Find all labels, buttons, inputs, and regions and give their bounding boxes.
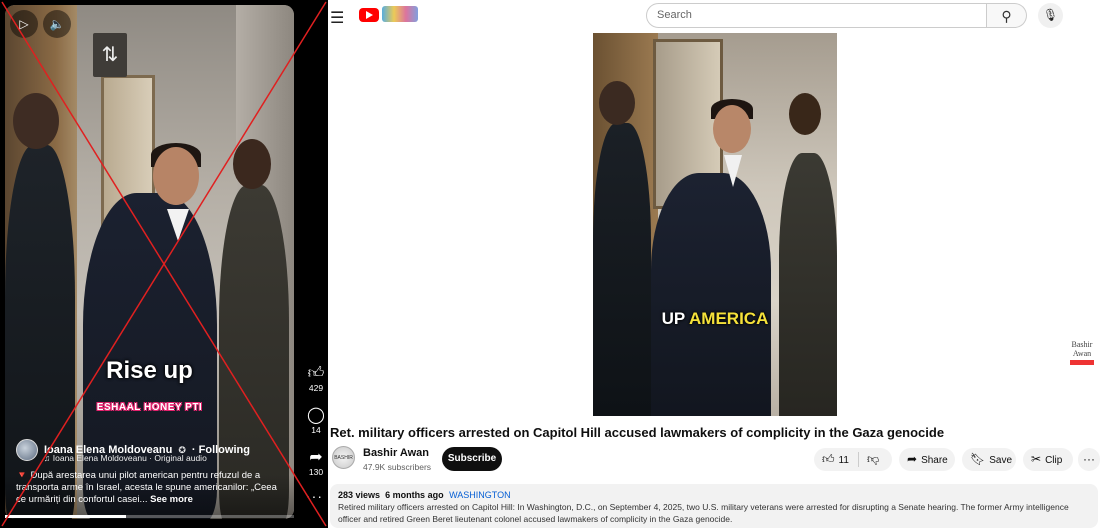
share-label: Share xyxy=(921,455,948,466)
guard-head xyxy=(599,81,635,125)
search-input[interactable]: Search xyxy=(646,3,987,28)
short-progress-fill xyxy=(5,515,127,518)
like-dislike-group: 👍︎ 11 👎︎ xyxy=(814,448,892,471)
audio-row[interactable]: ♫ Ioana Elena Moldoveanu · Original audi… xyxy=(44,453,207,463)
like-count: 11 xyxy=(838,455,849,466)
video-meta: 283 views 6 months ago WASHINGTON xyxy=(338,489,1090,501)
thumbs-up-icon: 👍︎ xyxy=(822,452,835,466)
like-count: 429 xyxy=(308,383,324,393)
save-button[interactable]: 🔖︎ Save xyxy=(962,448,1016,471)
channel-watermark[interactable]: Bashir Awan xyxy=(1068,340,1096,365)
search-icon: ⚲ xyxy=(1001,8,1012,24)
subscriber-count: 47.9K subscribers xyxy=(363,462,432,472)
woman-head xyxy=(153,147,199,205)
guard-head xyxy=(13,93,59,149)
more-dots-icon: ··· xyxy=(1083,452,1095,466)
bookmark-icon: 🔖︎ xyxy=(970,452,986,466)
description-text: După arestarea unui pilot american pentr… xyxy=(16,470,277,505)
upload-age: 6 months ago xyxy=(385,490,444,500)
volume-button[interactable]: 🔈 xyxy=(43,10,71,38)
overlay-subcaption: ESHAAL HONEY PTI xyxy=(96,402,203,413)
more-dots-icon[interactable]: ··· xyxy=(306,488,323,504)
more-actions-button[interactable]: ··· xyxy=(1078,448,1100,471)
share-icon: ➦ xyxy=(907,452,918,466)
video-player[interactable]: UP AMERICA xyxy=(593,33,837,416)
voice-search-button[interactable]: 🎙 xyxy=(1038,3,1063,28)
comment-count: 14 xyxy=(311,425,321,435)
audio-label: Ioana Elena Moldoveanu · Original audio xyxy=(52,453,207,463)
avatar[interactable] xyxy=(16,439,38,461)
play-button[interactable]: ▷ xyxy=(10,10,38,38)
dislike-button[interactable]: 👎︎ xyxy=(867,448,879,471)
officer-figure xyxy=(219,185,289,519)
overlay-caption: Rise up xyxy=(106,357,193,384)
clip-label: Clip xyxy=(1045,455,1063,466)
share-count: 130 xyxy=(308,467,324,477)
thumbs-down-icon: 👎︎ xyxy=(867,452,880,466)
play-icon: ▷ xyxy=(19,17,29,31)
save-label: Save xyxy=(989,455,1013,466)
woman-head xyxy=(713,105,751,153)
like-button[interactable]: 👍︎ 11 xyxy=(822,448,849,472)
youtube-logo-icon[interactable] xyxy=(359,8,379,22)
location-tag[interactable]: WASHINGTON xyxy=(449,490,511,500)
description-emoji-icon: 🔻 xyxy=(16,470,28,481)
avatar[interactable]: BASHIR xyxy=(332,446,355,469)
music-note-icon: ♫ xyxy=(44,453,53,463)
caption-white: UP xyxy=(661,309,690,328)
officer-head xyxy=(233,139,271,189)
share-action[interactable]: ➦ 130 xyxy=(304,449,328,477)
video-title: Ret. military officers arrested on Capit… xyxy=(330,425,945,440)
thumbs-up-icon: 👍︎ xyxy=(307,365,325,382)
volume-icon: 🔈 xyxy=(49,17,65,31)
short-action-rail: 👍︎ 429 ◯ 14 ➦ 130 xyxy=(304,365,328,491)
see-more-link[interactable]: See more xyxy=(150,494,193,505)
microphone-icon: 🎙 xyxy=(1042,8,1059,22)
clip-button[interactable]: ✂ Clip xyxy=(1023,448,1073,471)
description-text: Retired military officers arrested on Ca… xyxy=(338,502,1069,524)
menu-icon[interactable]: ☰ xyxy=(330,8,344,28)
watch-page: ☰ Search ⚲ 🎙 UP AMERICA Bashir Awan Ret.… xyxy=(328,0,1100,528)
share-button[interactable]: ➦ Share xyxy=(899,448,955,471)
watermark-subscribe-icon xyxy=(1070,360,1094,365)
exit-sign-icon: ⇅ xyxy=(93,33,127,77)
guard-figure xyxy=(593,123,651,416)
description-box[interactable]: 283 views 6 months ago WASHINGTON Retire… xyxy=(330,484,1098,528)
scissors-icon: ✂ xyxy=(1031,452,1042,466)
search-button[interactable]: ⚲ xyxy=(987,3,1027,28)
short-progress-bar[interactable] xyxy=(5,515,294,518)
subscribe-button[interactable]: Subscribe xyxy=(442,447,502,471)
channel-name[interactable]: Bashir Awan xyxy=(363,447,429,459)
video-caption: UP AMERICA xyxy=(593,309,837,329)
short-video-player: ⇅ ▷ 🔈 Rise up ESHAAL HONEY PTI Ioana Ele… xyxy=(0,0,328,528)
view-count: 283 views xyxy=(338,490,381,500)
officer-figure xyxy=(779,153,837,416)
caption-highlight: AMERICA xyxy=(689,309,769,328)
comparison-screenshot: ⇅ ▷ 🔈 Rise up ESHAAL HONEY PTI Ioana Ele… xyxy=(0,0,1100,528)
watermark-name: Bashir Awan xyxy=(1071,340,1093,358)
divider xyxy=(858,452,859,467)
officer-head xyxy=(789,93,821,135)
share-arrow-icon: ➦ xyxy=(309,449,323,466)
logo-doodle[interactable] xyxy=(382,6,418,22)
like-action[interactable]: 👍︎ 429 xyxy=(304,365,328,393)
comment-action[interactable]: ◯ 14 xyxy=(304,407,328,435)
short-description: 🔻 După arestarea unui pilot american pen… xyxy=(16,470,288,506)
officer-woman-figure xyxy=(651,173,771,416)
comment-icon: ◯ xyxy=(307,407,325,424)
